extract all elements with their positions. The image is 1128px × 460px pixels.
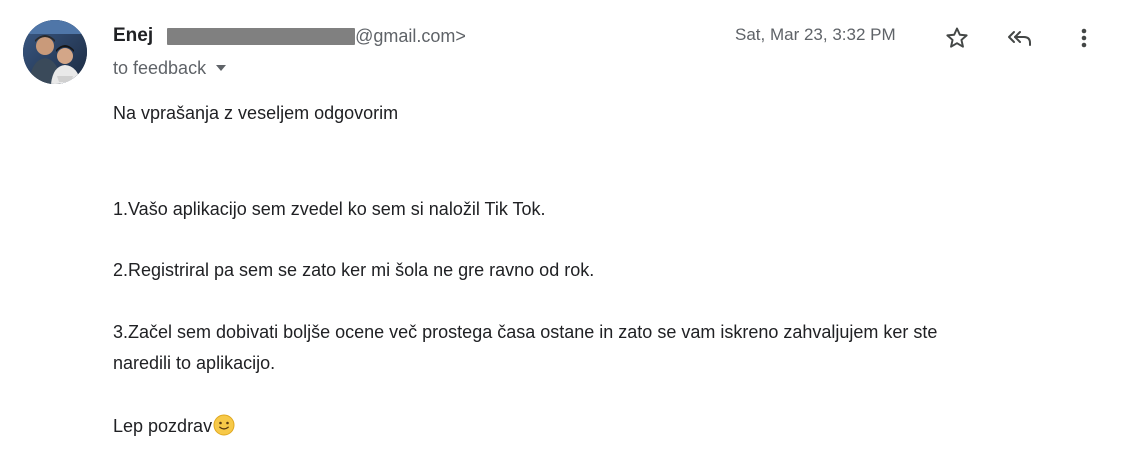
message-signoff: Lep pozdrav — [113, 416, 213, 436]
recipient-label: to feedback — [113, 57, 207, 78]
star-icon — [946, 27, 968, 48]
slightly-smiling-face-emoji — [213, 414, 235, 441]
sender-email: @gmail.com> — [355, 25, 466, 46]
sender-line: Enej @gmail.com> — [113, 22, 466, 50]
message-signoff-line: Lep pozdrav — [113, 414, 235, 441]
sender-name[interactable]: Enej — [113, 25, 153, 47]
answer-line-1: 1.Vašo aplikacijo sem zvedel ko sem si n… — [113, 199, 546, 219]
star-button[interactable] — [941, 22, 973, 54]
more-vert-icon — [1081, 28, 1087, 48]
more-options-button[interactable] — [1068, 22, 1100, 54]
sender-avatar[interactable] — [23, 20, 87, 84]
answer-line-3: 3.Začel sem dobivati boljše ocene več pr… — [113, 322, 938, 342]
message-date: Sat, Mar 23, 3:32 PM — [735, 25, 896, 44]
reply-all-button[interactable] — [1004, 22, 1036, 54]
chevron-down-icon[interactable] — [216, 65, 227, 71]
answer-line-3-continued: naredili to aplikacijo. — [113, 353, 276, 373]
answer-line-2: 2.Registriral pa sem se zato ker mi šola… — [113, 260, 595, 280]
message-greeting: Na vprašanja z veseljem odgovorim — [113, 103, 399, 123]
recipient-details-toggle[interactable]: to feedback — [113, 56, 227, 80]
redacted-email-address — [167, 27, 356, 45]
email-message-view: Enej @gmail.com> to feedback Sat, Mar 23… — [0, 0, 1128, 460]
reply-all-icon — [1008, 31, 1031, 46]
